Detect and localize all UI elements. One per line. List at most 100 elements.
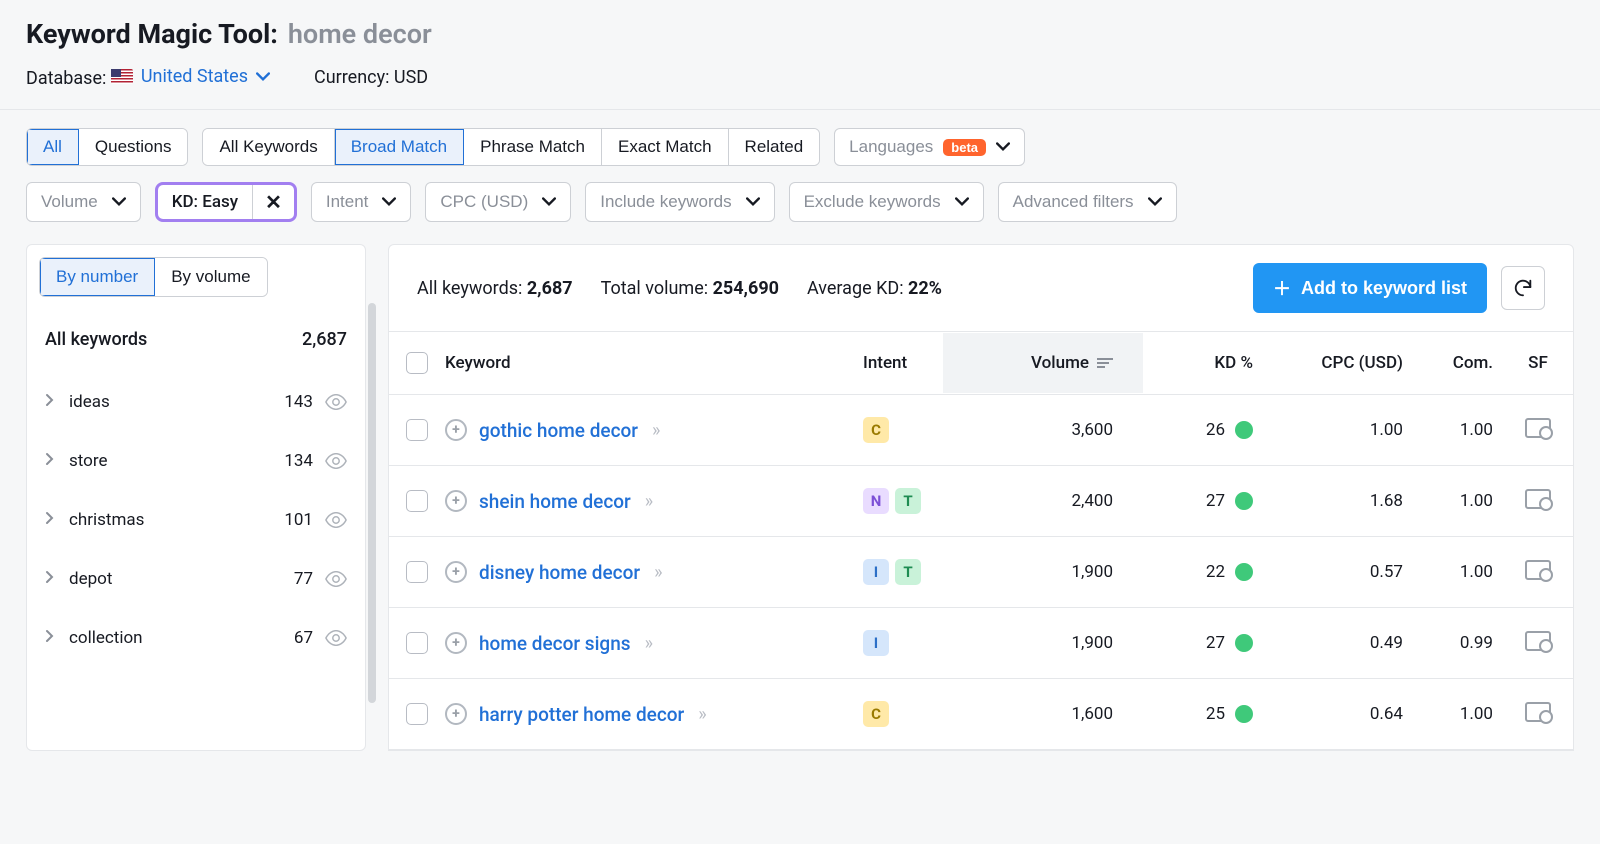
eye-icon[interactable] <box>325 512 347 528</box>
serp-features-icon[interactable] <box>1525 560 1551 580</box>
tab-questions[interactable]: Questions <box>79 129 188 165</box>
sidebar-item[interactable]: ideas 143 <box>27 372 365 431</box>
include-keywords-filter[interactable]: Include keywords <box>585 182 774 222</box>
languages-label: Languages <box>849 137 933 157</box>
add-keyword-icon[interactable]: + <box>445 490 467 512</box>
difficulty-dot-icon <box>1235 492 1253 510</box>
sidebar-item-label: depot <box>69 569 112 589</box>
keywords-table: Keyword Intent Volume KD % CPC (USD) Com… <box>388 332 1574 751</box>
chevron-down-icon <box>746 195 760 209</box>
languages-dropdown[interactable]: Languages beta <box>834 128 1025 166</box>
difficulty-dot-icon <box>1235 563 1253 581</box>
intent-filter[interactable]: Intent <box>311 182 412 222</box>
tab-related[interactable]: Related <box>729 129 820 165</box>
chevron-down-icon <box>955 195 969 209</box>
select-all-checkbox[interactable] <box>406 352 428 374</box>
keyword-link[interactable]: shein home decor <box>479 490 631 513</box>
tab-all[interactable]: All <box>27 129 79 165</box>
col-kd[interactable]: KD % <box>1143 333 1263 393</box>
us-flag-icon <box>111 69 133 84</box>
kd-filter-active: KD: Easy ✕ <box>155 182 297 222</box>
keyword-link[interactable]: gothic home decor <box>479 419 638 442</box>
advanced-filters[interactable]: Advanced filters <box>998 182 1177 222</box>
filter-bar-1: All Questions All Keywords Broad Match P… <box>0 128 1600 166</box>
cell-com: 1.00 <box>1413 398 1503 462</box>
col-keyword[interactable]: Keyword <box>445 333 853 393</box>
expand-icon[interactable]: » <box>645 633 653 654</box>
tab-all-keywords[interactable]: All Keywords <box>203 129 334 165</box>
intent-badge-T: T <box>895 559 921 585</box>
row-checkbox[interactable] <box>406 561 428 583</box>
cell-cpc: 0.64 <box>1263 682 1413 746</box>
add-to-keyword-list-button[interactable]: ＋ Add to keyword list <box>1253 263 1487 313</box>
beta-badge: beta <box>943 139 986 156</box>
row-checkbox[interactable] <box>406 419 428 441</box>
refresh-icon <box>1512 277 1534 299</box>
intent-badge-T: T <box>895 488 921 514</box>
serp-features-icon[interactable] <box>1525 702 1551 722</box>
eye-icon[interactable] <box>325 453 347 469</box>
intent-badge-C: C <box>863 417 889 443</box>
sidebar-tab-by-number[interactable]: By number <box>40 258 155 296</box>
sidebar-item[interactable]: depot 77 <box>27 549 365 608</box>
eye-icon[interactable] <box>325 394 347 410</box>
cell-cpc: 0.49 <box>1263 611 1413 675</box>
serp-features-icon[interactable] <box>1525 418 1551 438</box>
cell-cpc: 1.68 <box>1263 469 1413 533</box>
sidebar-item[interactable]: store 134 <box>27 431 365 490</box>
sidebar-all-keywords[interactable]: All keywords 2,687 <box>27 309 365 372</box>
cell-kd: 27 <box>1143 469 1263 533</box>
sidebar-tab-by-volume[interactable]: By volume <box>155 258 266 296</box>
plus-icon: ＋ <box>1273 275 1291 301</box>
expand-icon[interactable]: » <box>654 562 662 583</box>
add-keyword-icon[interactable]: + <box>445 561 467 583</box>
volume-filter[interactable]: Volume <box>26 182 141 222</box>
col-volume[interactable]: Volume <box>943 333 1143 393</box>
intent-badge-N: N <box>863 488 889 514</box>
row-checkbox[interactable] <box>406 632 428 654</box>
row-checkbox[interactable] <box>406 703 428 725</box>
database-value: United States <box>141 66 248 87</box>
tab-phrase-match[interactable]: Phrase Match <box>464 129 602 165</box>
scrollbar[interactable] <box>368 303 376 703</box>
difficulty-dot-icon <box>1235 634 1253 652</box>
table-row: + home decor signs » I 1,900 27 0.49 0.9… <box>389 608 1573 679</box>
add-keyword-icon[interactable]: + <box>445 632 467 654</box>
add-keyword-icon[interactable]: + <box>445 703 467 725</box>
sidebar-item[interactable]: christmas 101 <box>27 490 365 549</box>
cell-volume: 1,900 <box>943 540 1143 604</box>
sidebar-item-label: store <box>69 451 107 471</box>
col-sf[interactable]: SF <box>1503 333 1573 393</box>
keyword-link[interactable]: disney home decor <box>479 561 640 584</box>
expand-icon[interactable]: » <box>698 704 706 725</box>
database-selector[interactable]: United States <box>111 66 270 87</box>
eye-icon[interactable] <box>325 630 347 646</box>
sidebar-all-label: All keywords <box>45 329 147 350</box>
row-checkbox[interactable] <box>406 490 428 512</box>
serp-features-icon[interactable] <box>1525 631 1551 651</box>
col-cpc[interactable]: CPC (USD) <box>1263 333 1413 393</box>
exclude-keywords-filter[interactable]: Exclude keywords <box>789 182 984 222</box>
eye-icon[interactable] <box>325 571 347 587</box>
sidebar-item-label: collection <box>69 628 143 648</box>
sidebar-item[interactable]: collection 67 <box>27 608 365 667</box>
kd-filter-label[interactable]: KD: Easy <box>158 185 253 219</box>
tab-exact-match[interactable]: Exact Match <box>602 129 729 165</box>
expand-icon[interactable]: » <box>645 491 653 512</box>
serp-features-icon[interactable] <box>1525 489 1551 509</box>
refresh-button[interactable] <box>1501 266 1545 310</box>
expand-icon[interactable]: » <box>652 420 660 441</box>
chevron-down-icon <box>382 195 396 209</box>
chevron-right-icon <box>45 569 55 589</box>
keyword-link[interactable]: harry potter home decor <box>479 703 684 726</box>
col-com[interactable]: Com. <box>1413 333 1503 393</box>
kd-filter-clear[interactable]: ✕ <box>253 185 294 219</box>
keyword-link[interactable]: home decor signs <box>479 632 631 655</box>
all-questions-segment: All Questions <box>26 128 188 166</box>
sidebar-item-count: 143 <box>284 392 313 412</box>
col-intent[interactable]: Intent <box>853 333 943 393</box>
cpc-filter[interactable]: CPC (USD) <box>425 182 571 222</box>
add-keyword-icon[interactable]: + <box>445 419 467 441</box>
tab-broad-match[interactable]: Broad Match <box>335 129 464 165</box>
currency-label: Currency: USD <box>314 67 428 88</box>
